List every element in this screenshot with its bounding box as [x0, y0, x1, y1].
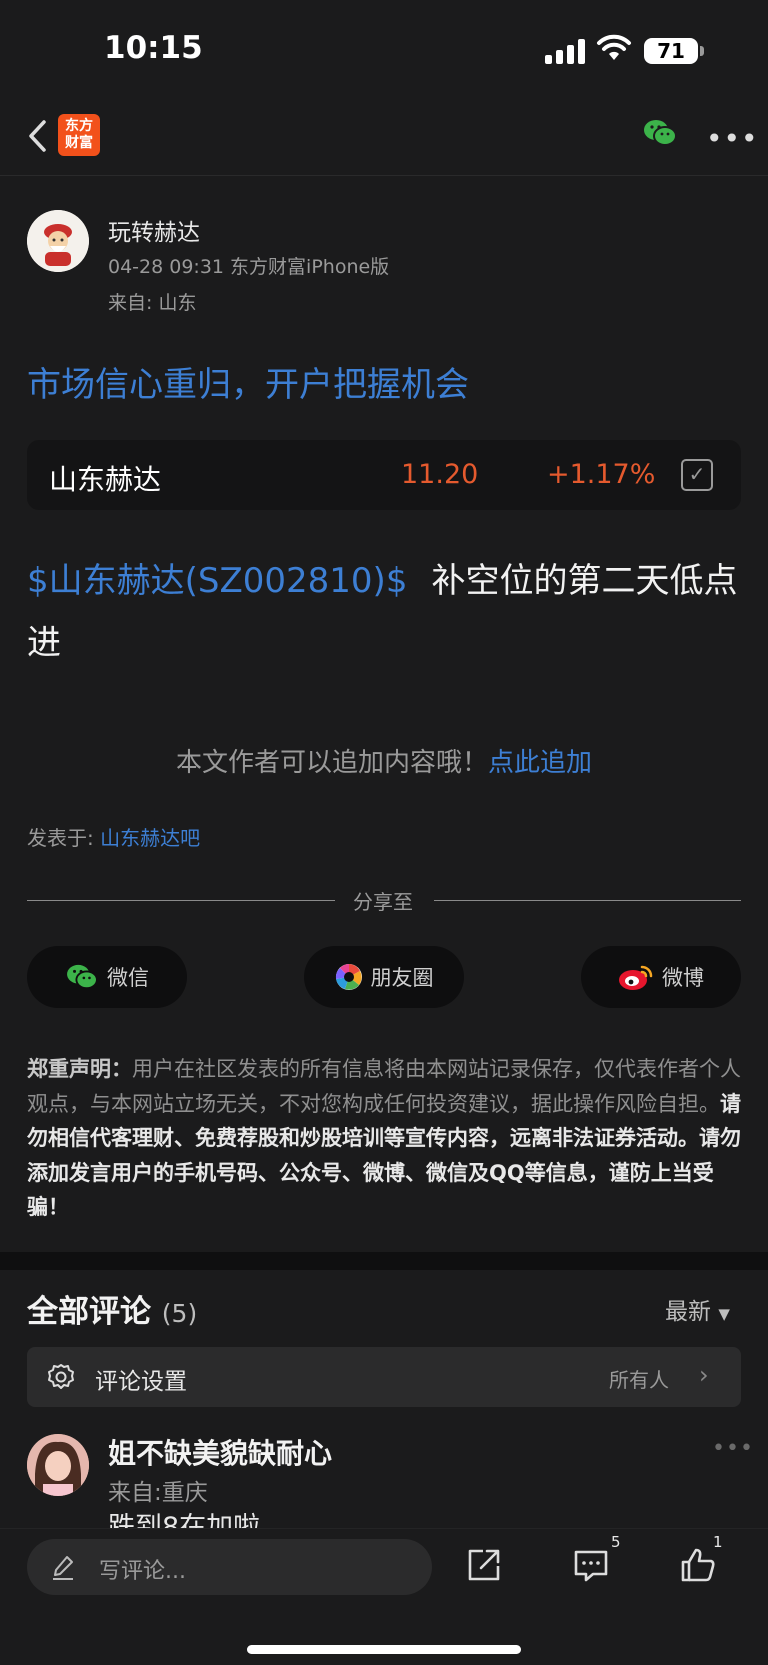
status-time: 10:15: [104, 30, 203, 66]
like-count-badge: 1: [713, 1533, 723, 1551]
add-watchlist-check-icon[interactable]: ✓: [681, 459, 713, 491]
share-moments-label: 朋友圈: [370, 966, 434, 990]
disclaimer: 郑重声明：用户在社区发表的所有信息将由本网站记录保存，仅代表作者个人观点，与本网…: [27, 1052, 741, 1225]
stock-change: +1.17%: [547, 459, 656, 490]
posted-in: 发表于: 山东赫达吧: [27, 822, 200, 851]
comments-title: 全部评论: [27, 1294, 151, 1330]
posted-label: 发表于:: [27, 826, 94, 850]
battery-cap: [700, 46, 704, 56]
share-wechat-label: 微信: [107, 966, 149, 990]
section-divider: [0, 1252, 768, 1270]
battery-icon: 71: [644, 38, 698, 64]
gear-icon: [48, 1364, 74, 1389]
post-timestamp: 04-28 09:31 东方财富iPhone版: [108, 256, 390, 278]
chevron-right-icon: ›: [699, 1361, 709, 1389]
pencil-icon: [53, 1556, 73, 1580]
back-icon[interactable]: [22, 116, 62, 156]
share-divider-left: [27, 900, 335, 901]
comment-settings-value: 所有人: [609, 1368, 669, 1392]
comment-settings-label: 评论设置: [95, 1369, 187, 1395]
signal-icon: [545, 38, 585, 64]
author-name[interactable]: 玩转赫达: [108, 213, 200, 247]
comment-input[interactable]: 写评论...: [27, 1539, 432, 1595]
bar-link[interactable]: 山东赫达吧: [100, 826, 200, 850]
commenter-avatar[interactable]: [27, 1434, 89, 1496]
bottom-action-bar: 写评论... 5 1: [0, 1528, 768, 1665]
sort-label: 最新: [665, 1299, 711, 1325]
share-weibo-label: 微博: [662, 966, 704, 990]
commenter-avatar-image: [27, 1434, 89, 1496]
share-wechat-button[interactable]: 微信: [27, 946, 187, 1008]
append-link[interactable]: 点此追加: [488, 748, 592, 778]
comment-text: 跌到8在加啦: [108, 1512, 261, 1528]
comments-count: (5): [161, 1299, 198, 1328]
comment-icon[interactable]: [573, 1549, 609, 1583]
comment-count-badge: 5: [611, 1533, 621, 1551]
status-bar: 10:15 71: [0, 0, 768, 100]
append-prompt: 本文作者可以追加内容哦！点此追加: [0, 742, 768, 779]
append-text: 本文作者可以追加内容哦！: [175, 748, 488, 778]
share-weibo-button[interactable]: 微博: [581, 946, 741, 1008]
thumbs-up-icon[interactable]: [680, 1547, 716, 1583]
disclaimer-text: 用户在社区发表的所有信息将由本网站记录保存，仅代表作者个人观点，与本网站立场无关…: [27, 1057, 741, 1116]
disclaimer-lead: 郑重声明：: [27, 1057, 132, 1081]
stock-link[interactable]: $山东赫达(SZ002810)$: [27, 561, 407, 601]
wifi-icon: [597, 34, 631, 60]
logo-line2: 财富: [65, 135, 93, 151]
nav-bar: 东方 财富 •••: [0, 100, 768, 176]
comments-header: 全部评论 (5): [27, 1286, 197, 1331]
share-moments-button[interactable]: 朋友圈: [304, 946, 464, 1008]
avatar-image: [27, 210, 89, 272]
app-logo: 东方 财富: [58, 114, 100, 156]
commenter-location: 来自:重庆: [108, 1480, 208, 1506]
home-indicator[interactable]: [247, 1645, 521, 1654]
stock-name: 山东赫达: [49, 463, 162, 496]
comment-more-icon[interactable]: •••: [712, 1436, 754, 1461]
weibo-icon: [619, 965, 653, 990]
more-icon[interactable]: •••: [706, 122, 759, 155]
moments-icon: [335, 964, 362, 990]
author-avatar[interactable]: [27, 210, 89, 272]
post-title[interactable]: 市场信心重归，开户把握机会: [27, 357, 469, 406]
commenter-name[interactable]: 姐不缺美貌缺耐心: [108, 1432, 332, 1472]
caret-down-icon: ▼: [718, 1305, 730, 1323]
wechat-share-icon[interactable]: [643, 118, 677, 148]
stock-card[interactable]: 山东赫达 11.20 +1.17% ✓: [27, 440, 741, 510]
comment-input-placeholder: 写评论...: [99, 1559, 186, 1584]
logo-line1: 东方: [65, 118, 93, 134]
share-label: 分享至: [353, 890, 413, 914]
post-body: $山东赫达(SZ002810)$ 补空位的第二天低点进: [27, 550, 741, 674]
comment-settings-row[interactable]: 评论设置 所有人 ›: [27, 1347, 741, 1407]
share-icon[interactable]: [466, 1547, 502, 1583]
stock-price: 11.20: [401, 459, 479, 490]
author-location: 来自: 山东: [108, 292, 197, 314]
comments-sort-dropdown[interactable]: 最新 ▼: [665, 1292, 730, 1326]
wechat-icon: [67, 964, 98, 990]
share-divider-right: [434, 900, 741, 901]
